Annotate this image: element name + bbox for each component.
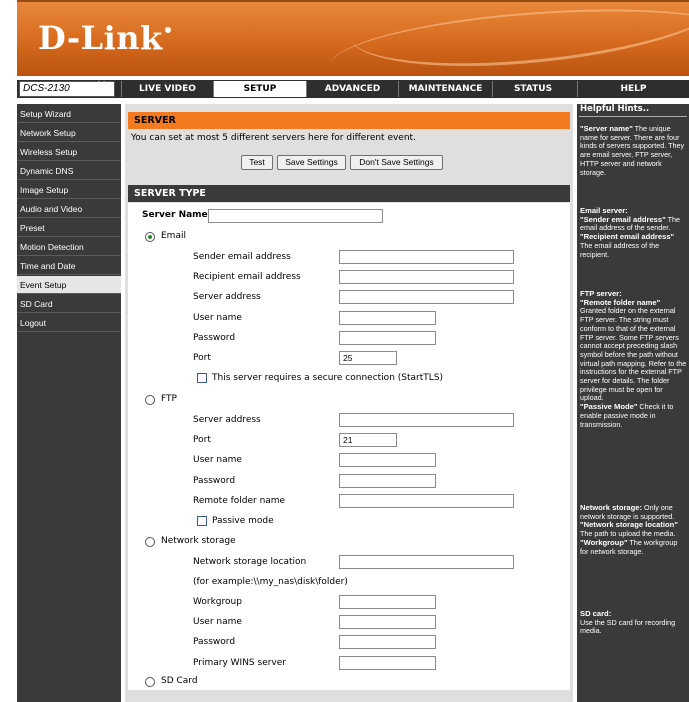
remote-folder-input[interactable]: [339, 494, 514, 508]
ns-location-label: Network storage location: [193, 557, 307, 567]
email-password-label: Password: [193, 333, 236, 343]
ftp-password-input[interactable]: [339, 474, 436, 488]
ns-location-input[interactable]: [339, 555, 514, 569]
server-section-title: SERVER: [128, 112, 570, 129]
server-type-section-title: SERVER TYPE: [128, 185, 570, 202]
sender-email-label: Sender email address: [193, 252, 291, 262]
remote-folder-label: Remote folder name: [193, 496, 286, 506]
passive-mode-label: Passive mode: [212, 516, 274, 526]
starttls-label: This server requires a secure connection…: [212, 373, 443, 383]
ftp-port-label: Port: [193, 435, 211, 445]
starttls-checkbox[interactable]: [197, 373, 207, 383]
server-name-label: Server Name:: [142, 210, 212, 220]
ns-user-name-label: User name: [193, 617, 242, 627]
recipient-email-label: Recipient email address: [193, 272, 301, 282]
server-description: You can set at most 5 different servers …: [131, 133, 416, 143]
network-storage-radio[interactable]: [145, 537, 155, 547]
ns-user-name-input[interactable]: [339, 615, 436, 629]
sidebar-item-image-setup[interactable]: Image Setup: [17, 181, 121, 199]
sender-email-input[interactable]: [339, 250, 514, 264]
ns-wins-label: Primary WINS server: [193, 658, 286, 668]
email-server-address-input[interactable]: [339, 290, 514, 304]
ftp-port-input[interactable]: 21: [339, 433, 397, 447]
tab-maintenance[interactable]: MAINTENANCE: [398, 81, 492, 97]
ns-workgroup-input[interactable]: [339, 595, 436, 609]
ns-password-label: Password: [193, 637, 236, 647]
email-radio[interactable]: [145, 232, 155, 242]
ftp-password-label: Password: [193, 476, 236, 486]
sidebar-item-preset[interactable]: Preset: [17, 219, 121, 237]
help-title: Helpful Hints..: [580, 104, 650, 114]
help-network-storage: Network storage: Only one network storag…: [580, 503, 678, 556]
tab-help[interactable]: HELP: [577, 81, 689, 97]
sidebar-item-wireless-setup[interactable]: Wireless Setup: [17, 143, 121, 161]
sidebar-item-time-date[interactable]: Time and Date: [17, 257, 121, 275]
tab-live-video[interactable]: LIVE VIDEO: [121, 81, 213, 97]
email-server-address-label: Server address: [193, 292, 261, 302]
model-separator-icon: //: [94, 80, 105, 96]
sidebar-item-network-setup[interactable]: Network Setup: [17, 124, 121, 142]
ftp-user-name-input[interactable]: [339, 453, 436, 467]
network-storage-radio-label: Network storage: [161, 536, 236, 546]
help-email-server: Email server: "Sender email address" The…: [580, 206, 680, 259]
tab-setup[interactable]: SETUP: [213, 81, 306, 97]
tab-status[interactable]: STATUS: [492, 81, 573, 97]
ftp-server-address-input[interactable]: [339, 413, 514, 427]
sidebar-item-audio-video[interactable]: Audio and Video: [17, 200, 121, 218]
ns-password-input[interactable]: [339, 635, 436, 649]
help-divider: [579, 116, 687, 117]
sidebar-item-sd-card[interactable]: SD Card: [17, 295, 121, 313]
email-port-input[interactable]: 25: [339, 351, 397, 365]
sidebar-item-motion-detection[interactable]: Motion Detection: [17, 238, 121, 256]
ns-example-text: (for example:\\my_nas\disk\folder): [193, 577, 348, 587]
sidebar-item-setup-wizard[interactable]: Setup Wizard: [17, 105, 121, 123]
sidebar-item-logout[interactable]: Logout: [17, 314, 121, 332]
recipient-email-input[interactable]: [339, 270, 514, 284]
email-password-input[interactable]: [339, 331, 436, 345]
ns-workgroup-label: Workgroup: [193, 597, 242, 607]
sd-card-radio[interactable]: [145, 677, 155, 687]
help-server-name: "Server name" The unique name for server…: [580, 124, 685, 177]
help-sd-card: SD card: Use the SD card for recording m…: [580, 609, 676, 636]
dlink-logo: D-Link: [38, 19, 171, 57]
email-user-name-input[interactable]: [339, 311, 436, 325]
sidebar-item-dynamic-dns[interactable]: Dynamic DNS: [17, 162, 121, 180]
test-button[interactable]: Test: [241, 155, 273, 170]
passive-mode-checkbox[interactable]: [197, 516, 207, 526]
email-port-label: Port: [193, 353, 211, 363]
sidebar-item-event-setup[interactable]: Event Setup: [17, 276, 121, 294]
ftp-radio[interactable]: [145, 395, 155, 405]
ftp-user-name-label: User name: [193, 455, 242, 465]
ns-wins-input[interactable]: [339, 656, 436, 670]
header-banner: D-Link: [17, 0, 689, 76]
email-radio-label: Email: [161, 231, 186, 241]
email-user-name-label: User name: [193, 313, 242, 323]
tab-advanced[interactable]: ADVANCED: [306, 81, 398, 97]
dont-save-settings-button[interactable]: Don't Save Settings: [350, 155, 443, 170]
ftp-radio-label: FTP: [161, 394, 177, 404]
ftp-server-address-label: Server address: [193, 415, 261, 425]
help-ftp-server: FTP server: "Remote folder name" Granted…: [580, 289, 687, 429]
save-settings-button[interactable]: Save Settings: [277, 155, 346, 170]
sd-card-radio-label: SD Card: [161, 676, 198, 686]
server-name-input[interactable]: [208, 209, 383, 223]
